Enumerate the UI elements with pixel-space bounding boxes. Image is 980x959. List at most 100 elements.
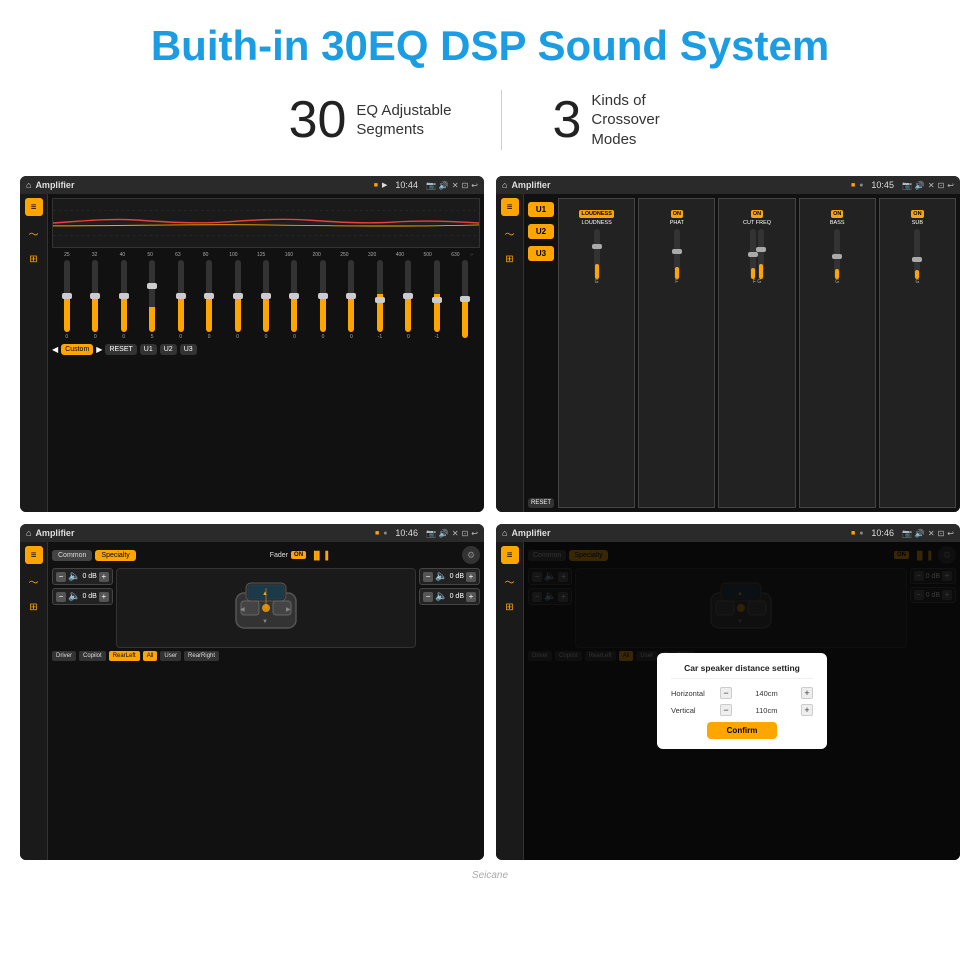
eq-slider-11[interactable]: -1 <box>367 260 392 340</box>
stats-row: 30 EQ AdjustableSegments 3 Kinds ofCross… <box>0 80 980 168</box>
wave2-icon[interactable]: 〜 <box>501 224 519 242</box>
back2-icon: ↩ <box>947 181 954 190</box>
eq2-icon[interactable]: ≡ <box>501 198 519 216</box>
tr-plus-btn[interactable]: + <box>466 572 476 582</box>
eq-slider-2[interactable]: 0 <box>111 260 136 340</box>
wave-icon[interactable]: 〜 <box>25 224 43 242</box>
user-btn[interactable]: User <box>160 651 181 661</box>
screen4-app-title: Amplifier <box>511 528 847 538</box>
screen3-time: 10:46 <box>395 528 418 538</box>
u3-filter-btn[interactable]: U3 <box>528 246 554 261</box>
horizontal-label: Horizontal <box>671 689 716 698</box>
close-icon: ✕ <box>452 181 459 190</box>
rearleft-btn[interactable]: RearLeft <box>109 651 140 661</box>
confirm-button[interactable]: Confirm <box>707 722 778 739</box>
reset-btn[interactable]: RESET <box>105 344 136 355</box>
eq-slider-13[interactable]: -1 <box>424 260 449 340</box>
driver-btn[interactable]: Driver <box>52 651 76 661</box>
eq-slider-1[interactable]: 0 <box>82 260 107 340</box>
speaker-pos-buttons: Driver Copilot RearLeft All User RearRig… <box>52 651 480 661</box>
tl-plus-btn[interactable]: + <box>99 572 109 582</box>
eq-slider-6[interactable]: 0 <box>225 260 250 340</box>
rearright-btn[interactable]: RearRight <box>184 651 219 661</box>
eq-slider-3[interactable]: 5 <box>139 260 164 340</box>
camera3-icon: 📷 <box>426 529 436 538</box>
screen4-sidebar: ≡ 〜 ⊞ <box>496 542 524 860</box>
bl-plus-btn[interactable]: + <box>99 592 109 602</box>
left-speaker-controls: − 🔈 0 dB + − 🔈 0 dB + <box>52 568 113 648</box>
screen1-inner: ≡ 〜 ⊞ <box>20 194 484 512</box>
settings-wheel[interactable]: ⚙ <box>462 546 480 564</box>
br-db-value: 0 dB <box>450 593 464 600</box>
eq-slider-9[interactable]: 0 <box>310 260 335 340</box>
br-minus-btn[interactable]: − <box>423 592 433 602</box>
eq3-icon[interactable]: ≡ <box>25 546 43 564</box>
screen3-status-icons: 📷 🔊 ✕ ⊡ ↩ <box>426 529 478 538</box>
screen3-inner: ≡ 〜 ⊞ Common Specialty Fader ON ▐▌▐ ⚙ <box>20 542 484 860</box>
bl-minus-btn[interactable]: − <box>56 592 66 602</box>
eq-slider-10[interactable]: 0 <box>339 260 364 340</box>
u1-filter-btn[interactable]: U1 <box>528 202 554 217</box>
vertical-minus-btn[interactable]: − <box>720 704 732 716</box>
wave3-icon[interactable]: 〜 <box>25 572 43 590</box>
custom-btn[interactable]: Custom <box>61 344 93 355</box>
wave4-icon[interactable]: 〜 <box>501 572 519 590</box>
sub-label: SUB <box>883 220 952 226</box>
back4-icon: ↩ <box>947 529 954 538</box>
fader-label: Fader <box>270 552 288 559</box>
eq-curve-display <box>52 198 480 248</box>
eq-slider-7[interactable]: 0 <box>253 260 278 340</box>
screen3-statusbar: ⌂ Amplifier ■ ● 10:46 📷 🔊 ✕ ⊡ ↩ <box>20 524 484 542</box>
expand4-icon[interactable]: ⊞ <box>501 598 519 616</box>
br-plus-btn[interactable]: + <box>466 592 476 602</box>
eq4-icon[interactable]: ≡ <box>501 546 519 564</box>
u-buttons-column: U1 U2 U3 RESET <box>528 198 554 508</box>
eq-slider-4[interactable]: 0 <box>168 260 193 340</box>
screen1-time: 10:44 <box>395 180 418 190</box>
u2-filter-btn[interactable]: U2 <box>528 224 554 239</box>
car-svg: ▲ ▼ ◀ ▶ <box>226 573 306 643</box>
reset2-btn[interactable]: RESET <box>528 498 554 508</box>
volume4-icon: 🔊 <box>915 529 925 538</box>
horizontal-minus-btn[interactable]: − <box>720 687 732 699</box>
horizontal-plus-btn[interactable]: + <box>801 687 813 699</box>
screen1-sidebar: ≡ 〜 ⊞ <box>20 194 48 512</box>
horizontal-row: Horizontal − 140cm + <box>671 687 813 699</box>
expand3-icon[interactable]: ⊞ <box>25 598 43 616</box>
common-tab[interactable]: Common <box>52 550 92 561</box>
eq-slider-5[interactable]: 0 <box>196 260 221 340</box>
expand-icon[interactable]: ⊞ <box>25 250 43 268</box>
stat-crossover-label: Kinds ofCrossover Modes <box>591 91 691 150</box>
svg-text:▶: ▶ <box>286 607 291 613</box>
tl-minus-btn[interactable]: − <box>56 572 66 582</box>
phat-sliders <box>642 229 711 279</box>
specialty-tab[interactable]: Specialty <box>95 550 135 561</box>
next-arrow[interactable]: ▶ <box>96 345 102 354</box>
expand2-icon[interactable]: ⊞ <box>501 250 519 268</box>
eq-icon[interactable]: ≡ <box>25 198 43 216</box>
loudness-on-badge: LOUDNESS <box>579 210 614 218</box>
prev-arrow[interactable]: ◀ <box>52 345 58 354</box>
loudness-label: LOUDNESS <box>562 220 631 226</box>
eq-slider-8[interactable]: 0 <box>282 260 307 340</box>
all-btn[interactable]: All <box>143 651 158 661</box>
eq-slider-0[interactable]: 0 <box>54 260 79 340</box>
eq-slider-14[interactable] <box>453 260 478 340</box>
eq-slider-12[interactable]: 0 <box>396 260 421 340</box>
distance-dialog: Car speaker distance setting Horizontal … <box>657 653 827 749</box>
u2-btn[interactable]: U2 <box>160 344 177 355</box>
tr-minus-btn[interactable]: − <box>423 572 433 582</box>
copilot-btn[interactable]: Copilot <box>79 651 106 661</box>
vertical-plus-btn[interactable]: + <box>801 704 813 716</box>
cutfreq-sliders <box>722 229 791 279</box>
eq-freq-labels: 25 32 40 50 63 80 100 125 160 200 250 32… <box>52 252 480 258</box>
volume-icon: 🔊 <box>439 181 449 190</box>
u1-btn[interactable]: U1 <box>140 344 157 355</box>
top-right-db: − 🔈 0 dB + <box>419 568 480 585</box>
cutfreq-on-badge: ON <box>751 210 763 218</box>
screen4-statusbar: ⌂ Amplifier ■ ● 10:46 📷 🔊 ✕ ⊡ ↩ <box>496 524 960 542</box>
close3-icon: ✕ <box>452 529 459 538</box>
bass-sliders <box>803 229 872 279</box>
screen4-dialog: ⌂ Amplifier ■ ● 10:46 📷 🔊 ✕ ⊡ ↩ ≡ 〜 ⊞ <box>496 524 960 860</box>
u3-btn[interactable]: U3 <box>180 344 197 355</box>
